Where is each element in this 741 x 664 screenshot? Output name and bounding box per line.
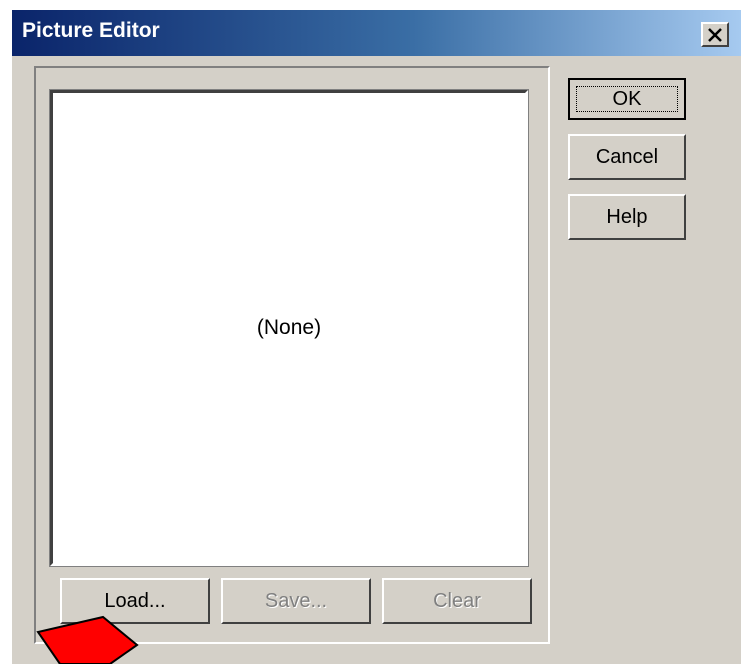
load-button[interactable]: Load... — [60, 578, 210, 624]
close-button[interactable] — [701, 22, 729, 47]
clear-button-label: Clear — [433, 589, 481, 612]
preview-placeholder-text: (None) — [256, 316, 322, 339]
ok-button-label: OK — [612, 87, 642, 110]
help-button[interactable]: Help — [568, 194, 686, 240]
cancel-button-label: Cancel — [595, 145, 659, 168]
help-button-label: Help — [606, 205, 648, 228]
save-button[interactable]: Save... — [221, 578, 371, 624]
save-button-label: Save... — [264, 589, 328, 612]
clear-button[interactable]: Clear — [382, 578, 532, 624]
picture-preview: (None) — [49, 89, 529, 567]
cancel-button[interactable]: Cancel — [568, 134, 686, 180]
close-icon — [708, 27, 722, 42]
title-bar[interactable]: Picture Editor — [12, 10, 741, 56]
ok-button[interactable]: OK — [568, 78, 686, 120]
dialog-title: Picture Editor — [22, 19, 160, 42]
load-button-label: Load... — [104, 589, 166, 612]
